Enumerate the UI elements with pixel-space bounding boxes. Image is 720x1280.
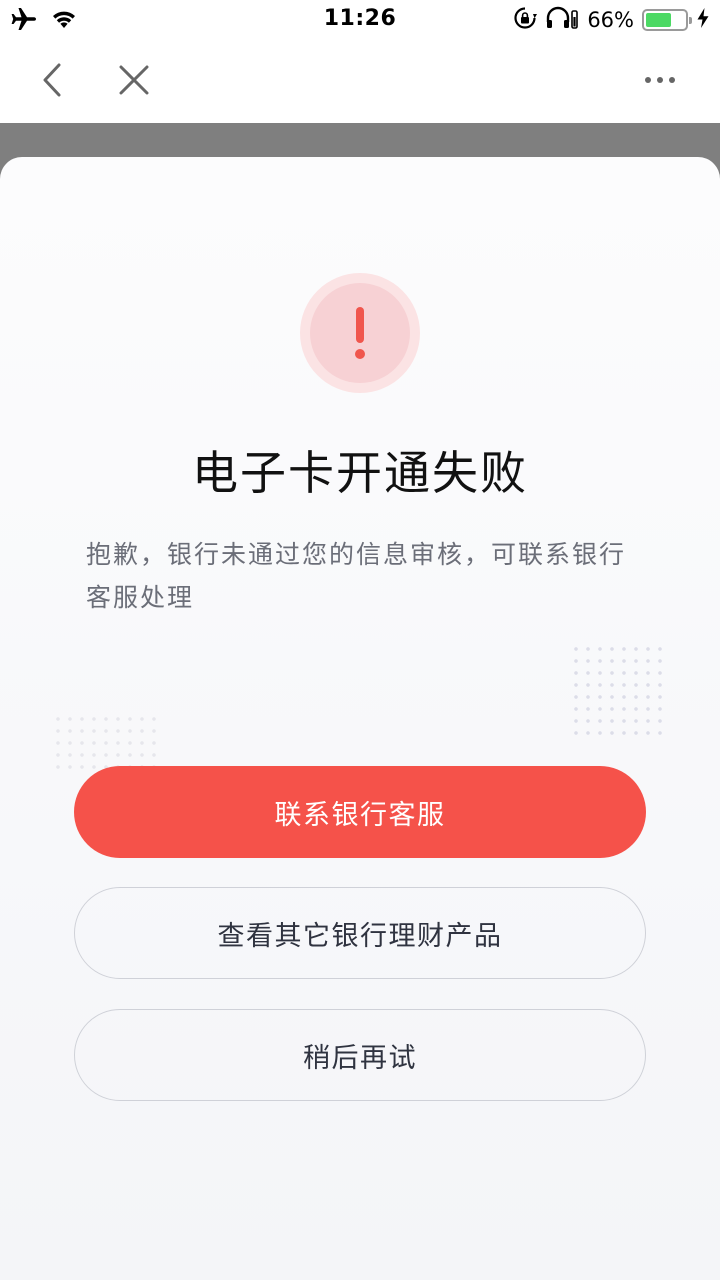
alert-badge [300,273,420,393]
contact-bank-service-button[interactable]: 联系银行客服 [74,766,646,858]
charging-icon [696,7,710,33]
result-title: 电子卡开通失败 [192,446,528,500]
result-sheet: 电子卡开通失败 抱歉，银行未通过您的信息审核，可联系银行客服处理 联系银行客服 … [0,157,720,1280]
view-other-products-button[interactable]: 查看其它银行理财产品 [74,887,646,979]
headphones-icon [545,6,579,34]
chevron-left-icon[interactable] [34,60,74,100]
result-message: 抱歉，银行未通过您的信息审核，可联系银行客服处理 [86,540,627,612]
battery-percent: 66% [587,8,634,32]
battery-level [646,13,672,27]
close-icon[interactable] [114,60,154,100]
battery-tip [689,17,692,24]
more-dots-icon[interactable] [640,68,680,92]
orientation-lock-icon [513,6,538,34]
status-right: 66% [513,6,710,34]
try-later-button[interactable]: 稍后再试 [74,1009,646,1101]
exclamation-bar [356,307,364,343]
status-bar: 11:26 66% [0,0,720,40]
nav-bar [0,40,720,123]
decorative-dots-right [570,643,670,735]
battery-icon [642,9,692,31]
exclamation-dot [355,349,365,359]
exclamation-icon [310,283,410,383]
